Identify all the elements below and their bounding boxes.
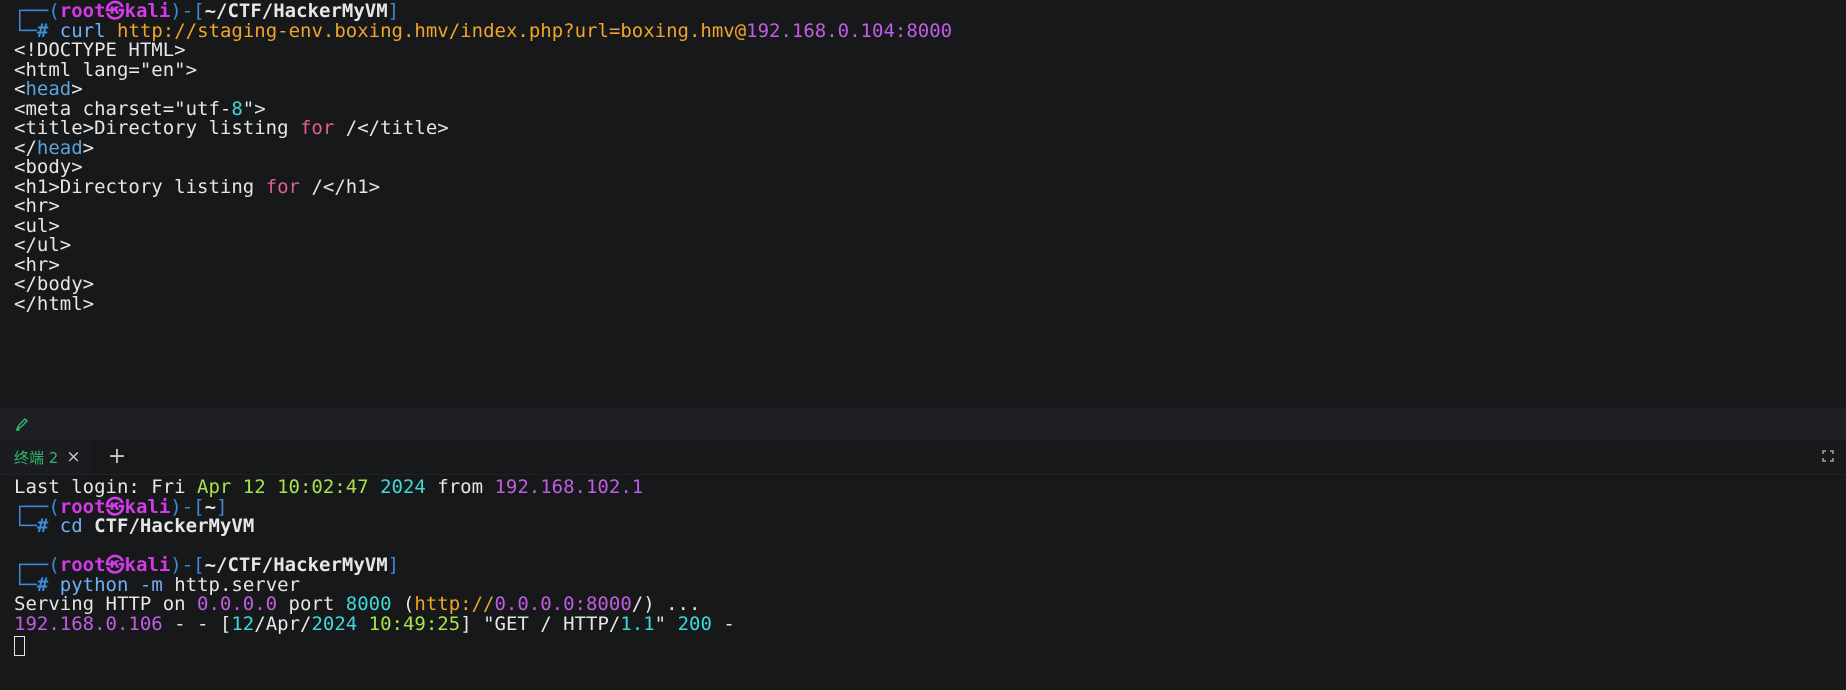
bottom-terminal-pane[interactable]: Last login: Fri Apr 12 10:02:47 2024 fro… [0, 474, 1846, 690]
close-icon[interactable]: × [66, 447, 80, 467]
terminal-tab-bar: 终端 2 × + [0, 440, 1846, 475]
tab-terminal-2[interactable]: 终端 2 × [0, 440, 91, 474]
output-line: <h1>Directory listing for /</h1> [14, 176, 381, 198]
pen-icon[interactable] [14, 416, 30, 432]
command-line: └─# cd CTF/HackerMyVM [14, 515, 255, 537]
top-terminal-pane[interactable]: ┌──(root㉿kali)-[~/CTF/HackerMyVM] └─# cu… [0, 0, 1846, 408]
maximize-icon[interactable] [1822, 450, 1834, 462]
tab-label: 终端 2 [14, 448, 59, 467]
output-line: </html> [14, 293, 95, 315]
access-log-line: 192.168.0.106 - - [12/Apr/2024 10:49:25]… [14, 613, 735, 635]
pane-splitter[interactable] [0, 408, 1846, 440]
text-cursor [14, 635, 25, 656]
add-tab-button[interactable]: + [104, 444, 130, 470]
terminal-cursor-line[interactable] [14, 634, 25, 657]
